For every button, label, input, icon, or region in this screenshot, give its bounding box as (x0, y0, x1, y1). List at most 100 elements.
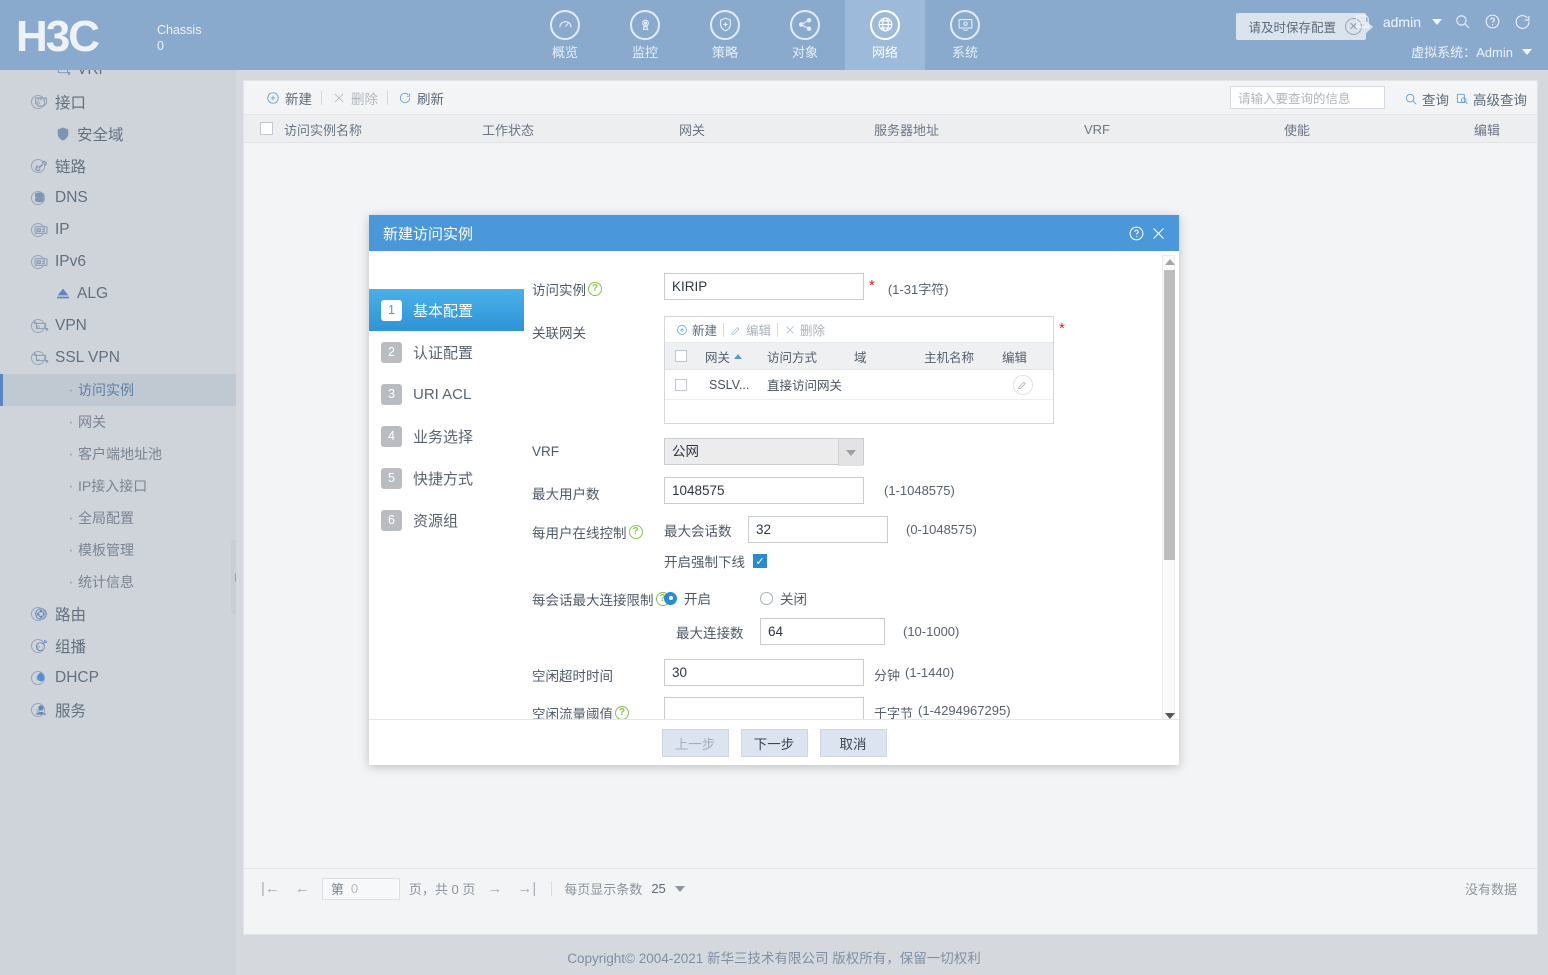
step-service-selection[interactable]: 4 业务选择 (369, 415, 524, 457)
sidebar-item-vrf[interactable]: VRF (0, 70, 236, 86)
vrf-select[interactable]: 公网 (664, 438, 864, 466)
first-page-icon[interactable]: |← (258, 880, 283, 897)
gateway-select-all-checkbox[interactable] (665, 343, 697, 369)
gateway-edit-button[interactable]: 编辑 (724, 320, 777, 339)
nav-item-policy[interactable]: 策略 (685, 0, 765, 70)
sidebar-item-statistics[interactable]: 统计信息 (0, 566, 236, 598)
sidebar-item-dhcp[interactable]: » DHCP (0, 662, 236, 694)
chevron-down-icon[interactable]: ⌄ (31, 351, 45, 365)
sidebar-item-service[interactable]: » 服务 (0, 694, 236, 726)
sidebar-item-sslvpn[interactable]: ⌄ SSL VPN (0, 342, 236, 374)
gateway-new-button[interactable]: 新建 (670, 320, 723, 339)
force-logout-checkbox[interactable]: ✓ (753, 554, 767, 568)
chevron-right-icon[interactable]: » (31, 671, 45, 685)
chevron-right-icon[interactable]: » (31, 255, 45, 269)
chevron-right-icon[interactable]: » (31, 223, 45, 237)
idle-timeout-input[interactable]: 30 (664, 659, 864, 686)
page-number-input[interactable]: 0 (351, 881, 391, 896)
nav-item-overview[interactable]: 概览 (525, 0, 605, 70)
close-icon[interactable] (1147, 222, 1169, 244)
table-column-header[interactable]: 访问实例名称 (284, 115, 362, 143)
row-edit-cell[interactable] (994, 370, 1051, 399)
chevron-right-icon[interactable]: » (31, 159, 45, 173)
nav-item-network[interactable]: 网络 (845, 0, 925, 70)
sidebar-item-alg[interactable]: ALG (0, 278, 236, 310)
select-all-checkbox[interactable] (260, 122, 273, 135)
chevron-right-icon[interactable]: » (31, 191, 45, 205)
table-column-header[interactable]: 编辑 (1474, 115, 1500, 143)
gateway-col-gateway[interactable]: 网关 (697, 343, 759, 369)
delete-button[interactable]: 删除 (322, 88, 387, 108)
nav-item-monitor[interactable]: 监控 (605, 0, 685, 70)
cancel-button[interactable]: 取消 (819, 728, 887, 757)
pencil-icon[interactable] (1012, 374, 1033, 395)
sidebar-item-client-address-pool[interactable]: 客户端地址池 (0, 438, 236, 470)
nav-item-system[interactable]: 系统 (925, 0, 1005, 70)
sidebar-item-vpn[interactable]: » VPN (0, 310, 236, 342)
table-column-header[interactable]: 工作状态 (482, 115, 534, 143)
nav-item-object[interactable]: 对象 (765, 0, 845, 70)
per-page-value[interactable]: 25 (651, 881, 665, 896)
sidebar-item-dns[interactable]: » DNS (0, 182, 236, 214)
help-icon[interactable] (1483, 12, 1502, 31)
sidebar-item-multicast[interactable]: » 组播 (0, 630, 236, 662)
page-number-box[interactable]: 第 0 (321, 877, 400, 900)
search-icon[interactable] (1453, 12, 1472, 31)
chevron-down-icon[interactable] (838, 439, 863, 466)
gateway-delete-button[interactable]: 删除 (778, 320, 831, 339)
next-page-icon[interactable]: → (484, 880, 505, 897)
new-button[interactable]: 新建 (256, 88, 321, 108)
chevron-right-icon[interactable]: » (31, 319, 45, 333)
gateway-col-edit[interactable]: 编辑 (994, 343, 1051, 369)
advanced-search-button[interactable]: 高级查询 (1455, 89, 1527, 109)
table-column-header[interactable]: VRF (1084, 115, 1110, 143)
conn-limit-off-radio[interactable] (760, 591, 773, 605)
logout-icon[interactable] (1513, 12, 1532, 31)
scrollbar-thumb[interactable] (1164, 270, 1175, 560)
max-session-input[interactable]: 32 (748, 516, 888, 543)
sidebar-collapse-handle[interactable] (231, 540, 236, 614)
chevron-down-icon[interactable] (1432, 18, 1442, 25)
sidebar-item-access-instance[interactable]: 访问实例 (0, 374, 236, 406)
prev-step-button[interactable]: 上一步 (661, 728, 729, 757)
table-row[interactable]: SSLV... 直接访问网关 (665, 370, 1053, 400)
virtual-system-selector[interactable]: 虚拟系统：Admin (1411, 42, 1532, 61)
chevron-right-icon[interactable]: » (31, 703, 45, 717)
sidebar-item-gateway[interactable]: 网关 (0, 406, 236, 438)
chevron-down-icon[interactable] (1522, 48, 1532, 55)
chevron-right-icon[interactable]: » (31, 639, 45, 653)
username-label[interactable]: admin (1383, 14, 1421, 30)
search-button[interactable]: 查询 (1404, 89, 1449, 109)
gateway-col-domain[interactable]: 域 (846, 343, 916, 369)
help-icon[interactable]: ? (588, 282, 602, 296)
step-uri-acl[interactable]: 3 URI ACL (369, 373, 524, 415)
row-checkbox[interactable] (665, 370, 697, 399)
chevron-right-icon[interactable]: » (31, 607, 45, 621)
refresh-button[interactable]: 刷新 (388, 88, 453, 108)
max-conn-input[interactable]: 64 (760, 618, 885, 645)
table-column-header[interactable]: 使能 (1284, 115, 1310, 143)
search-input[interactable]: 请输入要查询的信息 (1230, 86, 1385, 109)
sidebar-item-ip[interactable]: » IP (0, 214, 236, 246)
gateway-col-hostname[interactable]: 主机名称 (916, 343, 994, 369)
sidebar-item-ip-access-interface[interactable]: IP接入接口 (0, 470, 236, 502)
step-resource-group[interactable]: 6 资源组 (369, 499, 524, 541)
next-step-button[interactable]: 下一步 (740, 728, 808, 757)
sidebar-item-global-config[interactable]: 全局配置 (0, 502, 236, 534)
table-column-header[interactable]: 网关 (679, 115, 705, 143)
instance-name-input[interactable]: KIRIP (664, 273, 864, 300)
step-basic-config[interactable]: 1 基本配置 (369, 289, 524, 331)
prev-page-icon[interactable]: ← (292, 880, 313, 897)
sidebar-item-ipv6[interactable]: » IPv6 (0, 246, 236, 278)
scroll-up-icon[interactable] (1165, 259, 1175, 265)
chevron-right-icon[interactable]: » (31, 95, 45, 109)
max-users-input[interactable]: 1048575 (664, 477, 864, 504)
last-page-icon[interactable]: →| (514, 880, 539, 897)
table-column-header[interactable]: 服务器地址 (874, 115, 939, 143)
step-shortcut[interactable]: 5 快捷方式 (369, 457, 524, 499)
sidebar-item-interface[interactable]: » 接口 (0, 86, 236, 118)
sidebar-item-security-zone[interactable]: 安全域 (0, 118, 236, 150)
chevron-down-icon[interactable] (674, 885, 685, 892)
save-icon[interactable] (1353, 12, 1372, 31)
help-icon[interactable] (1125, 222, 1147, 244)
